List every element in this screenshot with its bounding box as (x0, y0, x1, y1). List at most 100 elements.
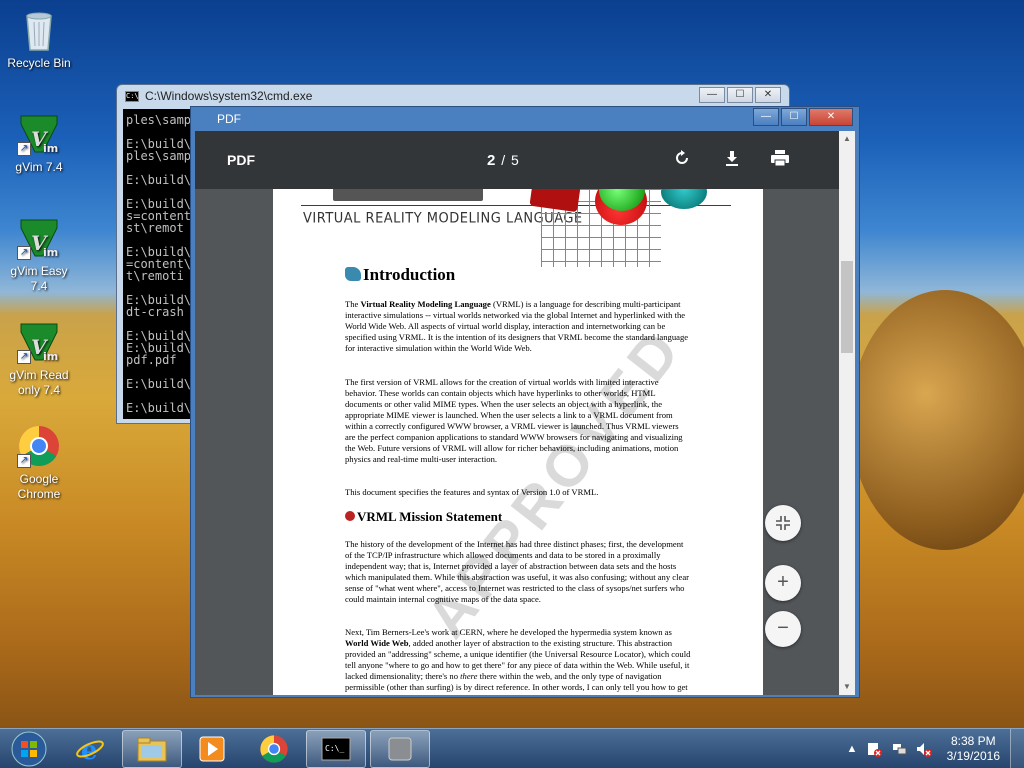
volume-muted-icon[interactable] (916, 741, 932, 757)
taskbar-media-player[interactable] (182, 730, 242, 768)
scrollbar-thumb[interactable] (841, 261, 853, 353)
desktop-icon-label: Google Chrome (17, 472, 61, 501)
pdf-toolbar-title: PDF (227, 152, 255, 168)
network-icon[interactable] (892, 741, 908, 757)
desktop-icon-gvim-easy[interactable]: Vim ↗ gVim Easy 7.4 (1, 216, 77, 294)
red-cube-shape (529, 189, 581, 213)
minimize-button[interactable]: — (753, 108, 779, 126)
chrome-icon: ↗ (17, 424, 61, 468)
show-desktop-button[interactable] (1010, 729, 1024, 768)
cmd-icon: C:\_ (321, 737, 351, 761)
start-button[interactable] (4, 730, 54, 768)
minimize-button[interactable]: — (699, 87, 725, 103)
console-line: st\remot (126, 221, 184, 235)
close-button[interactable]: ✕ (809, 108, 853, 126)
desktop-icon-gvim-read-only[interactable]: Vim ↗ gVim Read only 7.4 (1, 320, 77, 398)
clock-time: 8:38 PM (950, 734, 996, 748)
windows-orb-icon (11, 731, 47, 767)
internet-explorer-icon: e (76, 736, 104, 764)
rotate-icon[interactable] (671, 149, 693, 171)
console-line: E:\build\ (126, 173, 192, 187)
svg-text:im: im (43, 246, 58, 259)
show-hidden-icons[interactable]: ▲ (844, 741, 860, 757)
desktop-icon-label: Recycle Bin (7, 56, 71, 70)
fit-to-page-button[interactable] (765, 505, 801, 541)
action-center-icon[interactable] (866, 741, 882, 757)
console-line: dt-crash (126, 305, 184, 319)
taskbar-cmd[interactable]: C:\_ (306, 730, 366, 768)
cmd-app-icon: C:\ (125, 91, 139, 102)
desktop-icon-label: gVim Read only 7.4 (9, 368, 69, 397)
mission-heading: VRML Mission Statement (345, 509, 691, 525)
console-line: ples\samp (126, 149, 192, 163)
taskbar-file-explorer[interactable] (122, 730, 182, 768)
print-icon[interactable] (769, 149, 791, 171)
intro-paragraph-3: This document specifies the features and… (345, 487, 599, 497)
console-line: t\remoti (126, 269, 184, 283)
banner-rule (301, 205, 731, 206)
mission-paragraph-2: Next, Tim Berners-Lee's work at CERN, wh… (345, 627, 691, 695)
pdf-window-title: PDF (217, 112, 241, 126)
intro-heading-block: Introduction (345, 265, 691, 285)
vrml-logo (333, 189, 483, 201)
gvim-icon: Vim ↗ (17, 216, 61, 260)
console-line: E:\build\ (126, 401, 192, 415)
close-button[interactable]: ✕ (755, 87, 781, 103)
shortcut-arrow-icon: ↗ (17, 246, 31, 260)
cmd-title: C:\Windows\system32\cmd.exe (145, 89, 313, 103)
p1-pre: The (345, 299, 359, 309)
media-player-icon (199, 736, 225, 762)
svg-text:im: im (43, 350, 58, 363)
pdf-page: VIRTUAL REALITY MODELING LANGUAGE APPROV… (273, 189, 763, 695)
zoom-out-button[interactable]: − (765, 611, 801, 647)
svg-text:e: e (81, 736, 98, 764)
scroll-down-arrow-icon[interactable]: ▼ (839, 679, 855, 695)
app-window-icon (388, 737, 412, 761)
page-separator: / (501, 151, 507, 168)
desktop-icon-gvim[interactable]: Vim ↗ gVim 7.4 (1, 112, 77, 175)
total-pages: 5 (511, 151, 520, 168)
zoom-in-button[interactable]: + (765, 565, 801, 601)
intro-heading-text: Introduction (363, 265, 456, 284)
hay-bale-decoration (850, 290, 1024, 550)
system-clock[interactable]: 8:38 PM 3/19/2016 (947, 734, 1000, 764)
pdf-toolbar: PDF 2 / 5 (195, 131, 855, 189)
folder-icon (137, 737, 167, 762)
clock-date: 3/19/2016 (946, 749, 1000, 763)
taskbar-pdf-window[interactable] (370, 730, 430, 768)
console-line: pdf.pdf (126, 353, 177, 367)
pdf-window[interactable]: PDF — ☐ ✕ PDF 2 / 5 VIRTUAL REALITY MODE… (190, 106, 860, 698)
scroll-up-arrow-icon[interactable]: ▲ (839, 131, 855, 147)
maximize-button[interactable]: ☐ (781, 108, 807, 126)
vertical-scrollbar[interactable]: ▲ ▼ (839, 131, 855, 695)
taskbar-internet-explorer[interactable]: e (60, 730, 120, 768)
desktop-icon-google-chrome[interactable]: ↗ Google Chrome (1, 424, 77, 502)
gvim-icon: Vim ↗ (17, 112, 61, 156)
recycle-bin-icon (17, 8, 61, 52)
desktop-icon-label: gVim 7.4 (15, 160, 63, 174)
console-line: ples\samp (126, 113, 192, 127)
intro-paragraph-2: The first version of VRML allows for the… (345, 377, 683, 464)
maximize-button[interactable]: ☐ (727, 87, 753, 103)
pdf-viewer: PDF 2 / 5 VIRTUAL REALITY MODELING LANGU… (195, 131, 855, 695)
current-page-number[interactable]: 2 (487, 152, 496, 169)
page-indicator: 2 / 5 (487, 152, 520, 169)
desktop-icon-label: gVim Easy 7.4 (10, 264, 68, 293)
shortcut-arrow-icon: ↗ (17, 350, 31, 364)
cyan-cone-shape (661, 189, 707, 209)
console-line: E:\build\ (126, 377, 192, 391)
p1-bold: Virtual Reality Modeling Language (360, 299, 491, 309)
p5-em: there (460, 671, 478, 681)
mission-paragraph-1: The history of the development of the In… (345, 539, 689, 604)
taskbar-google-chrome[interactable] (244, 730, 304, 768)
mission-heading-text: VRML Mission Statement (357, 509, 503, 524)
mission-bullet-icon (345, 511, 355, 521)
taskbar: e C:\_ ▲ 8:38 PM 3/19/2016 (0, 728, 1024, 768)
svg-text:im: im (43, 142, 58, 155)
pdf-title-bar[interactable]: PDF — ☐ ✕ (191, 107, 859, 131)
p5-bold: World Wide Web (345, 638, 409, 648)
download-icon[interactable] (721, 149, 743, 171)
desktop-icon-recycle-bin[interactable]: Recycle Bin (1, 8, 77, 71)
gvim-icon: Vim ↗ (17, 320, 61, 364)
intro-heading: Introduction (345, 265, 691, 285)
